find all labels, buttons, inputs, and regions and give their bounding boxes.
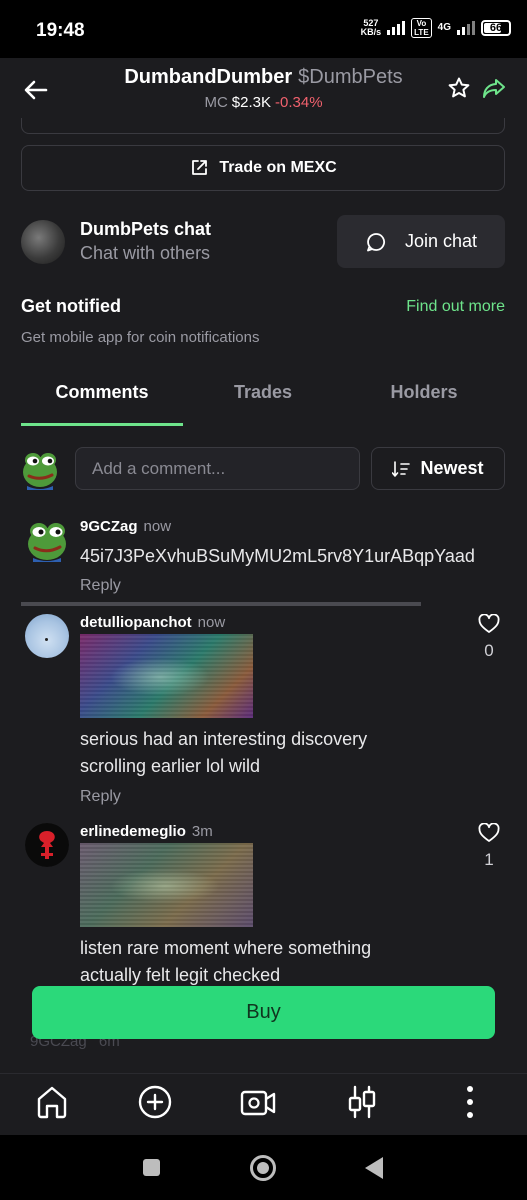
external-link-icon [192, 160, 208, 175]
system-navigation-bar [0, 1135, 527, 1200]
network-type: 4G [437, 22, 451, 33]
comment-text: 45i7J3PeXvhuBSuMyMU2mL5rv8Y1urABqpYaad [80, 546, 475, 566]
bottom-navigation [0, 1073, 527, 1135]
status-bar: 19:48 527 KB/s Vo LTE 4G 66 [0, 0, 527, 58]
commenter-avatar [25, 614, 69, 658]
comment-divider [21, 602, 421, 606]
notifications-subtitle: Get mobile app for coin notifications [21, 329, 260, 346]
status-icons: 527 KB/s Vo LTE 4G 66 [361, 18, 511, 38]
star-icon[interactable] [447, 76, 471, 100]
username-text: erlinedemeglio [80, 823, 186, 840]
coin-page: DumbandDumber $DumbPets MC $2.3K -0.34% Tra… [0, 58, 527, 1135]
mc-label: MC [204, 94, 228, 111]
nav-video[interactable] [238, 1082, 278, 1122]
active-tab-indicator [21, 423, 183, 426]
comment-time: now [143, 518, 172, 535]
sort-icon [392, 460, 411, 477]
like-count: 1 [484, 850, 494, 869]
nav-home[interactable] [32, 1082, 72, 1122]
buy-button[interactable]: Buy [32, 986, 495, 1039]
comment-time: now [197, 614, 226, 631]
net-speed-unit: KB/s [360, 27, 382, 37]
share-icon[interactable] [481, 76, 507, 100]
more-vertical-icon [467, 1086, 473, 1118]
top-bar: DumbandDumber $DumbPets MC $2.3K -0.34% [0, 58, 527, 118]
battery-icon: 66 [481, 20, 511, 36]
comment-username[interactable]: detulliopanchot now [80, 614, 225, 631]
tab-bar: Comments Trades Holders [0, 368, 527, 426]
heart-icon [478, 613, 500, 633]
chat-bubble-icon [367, 232, 385, 251]
comment-image[interactable] [80, 634, 253, 718]
mc-value: $2.3K [231, 94, 271, 111]
comment-text-line-2: actually felt legit checked [80, 965, 281, 985]
home-icon [37, 1086, 67, 1119]
coin-name: DumbandDumber [124, 66, 293, 88]
net-speed: 527 KB/s [361, 19, 382, 37]
comment-time: 3m [191, 823, 213, 840]
join-chat-label: Join chat [404, 231, 478, 251]
volte-icon: Vo LTE [411, 18, 432, 38]
sort-label: Newest [420, 458, 484, 478]
chat-avatar [21, 220, 65, 264]
find-out-more-link[interactable]: Find out more [406, 298, 505, 316]
home-circle-icon[interactable] [250, 1155, 276, 1181]
nav-charts[interactable] [342, 1082, 382, 1122]
username-text: 9GCZag [80, 518, 138, 535]
reply-button[interactable]: Reply [80, 577, 121, 595]
tab-holders[interactable]: Holders [343, 382, 505, 403]
like-button[interactable]: 1 [476, 822, 502, 870]
comment-text-line-2: scrolling earlier lol wild [80, 756, 261, 776]
signal-icon-2 [457, 21, 475, 35]
back-triangle-icon[interactable] [365, 1157, 383, 1179]
tab-trades[interactable]: Trades [182, 382, 344, 403]
comment-input[interactable] [75, 447, 360, 490]
heart-icon [478, 822, 500, 842]
mc-change: -0.34% [275, 94, 323, 111]
like-button[interactable]: 0 [476, 613, 502, 661]
nav-more[interactable] [450, 1082, 490, 1122]
commenter-avatar-pepe [28, 523, 66, 562]
username-text: detulliopanchot [80, 614, 192, 631]
comment-username[interactable]: 9GCZag now [80, 518, 171, 535]
comment-username[interactable]: erlinedemeglio 3m [80, 823, 213, 840]
comment-text-line-1: listen rare moment where something [80, 938, 372, 958]
trade-button-label: Trade on MEXC [219, 159, 337, 176]
recents-icon[interactable] [143, 1159, 160, 1176]
chat-subtitle: Chat with others [80, 243, 211, 263]
tab-comments[interactable]: Comments [21, 382, 183, 403]
signal-icon [387, 21, 406, 35]
plus-circle-icon [138, 1085, 172, 1119]
candlestick-icon [348, 1085, 376, 1119]
nav-create[interactable] [135, 1082, 175, 1122]
battery-level: 66 [489, 22, 503, 34]
comment-text-line-1: serious had an interesting discovery [80, 729, 368, 749]
user-avatar-pepe [23, 453, 57, 490]
like-count: 0 [484, 641, 494, 660]
volte-top: Vo [416, 19, 427, 28]
status-time: 19:48 [36, 20, 85, 41]
join-chat-button[interactable]: Join chat [337, 215, 505, 268]
sort-newest-button[interactable]: Newest [371, 447, 505, 490]
commenter-avatar [25, 823, 69, 867]
volte-bottom: LTE [414, 28, 429, 37]
coin-ticker: $DumbPets [298, 66, 403, 88]
comment-image[interactable] [80, 843, 253, 927]
reply-button[interactable]: Reply [80, 788, 121, 806]
trade-on-mexc-button[interactable]: Trade on MEXC [21, 145, 505, 191]
chat-title: DumbPets chat [80, 219, 212, 239]
video-icon [240, 1090, 276, 1116]
notifications-title: Get notified [21, 296, 121, 316]
